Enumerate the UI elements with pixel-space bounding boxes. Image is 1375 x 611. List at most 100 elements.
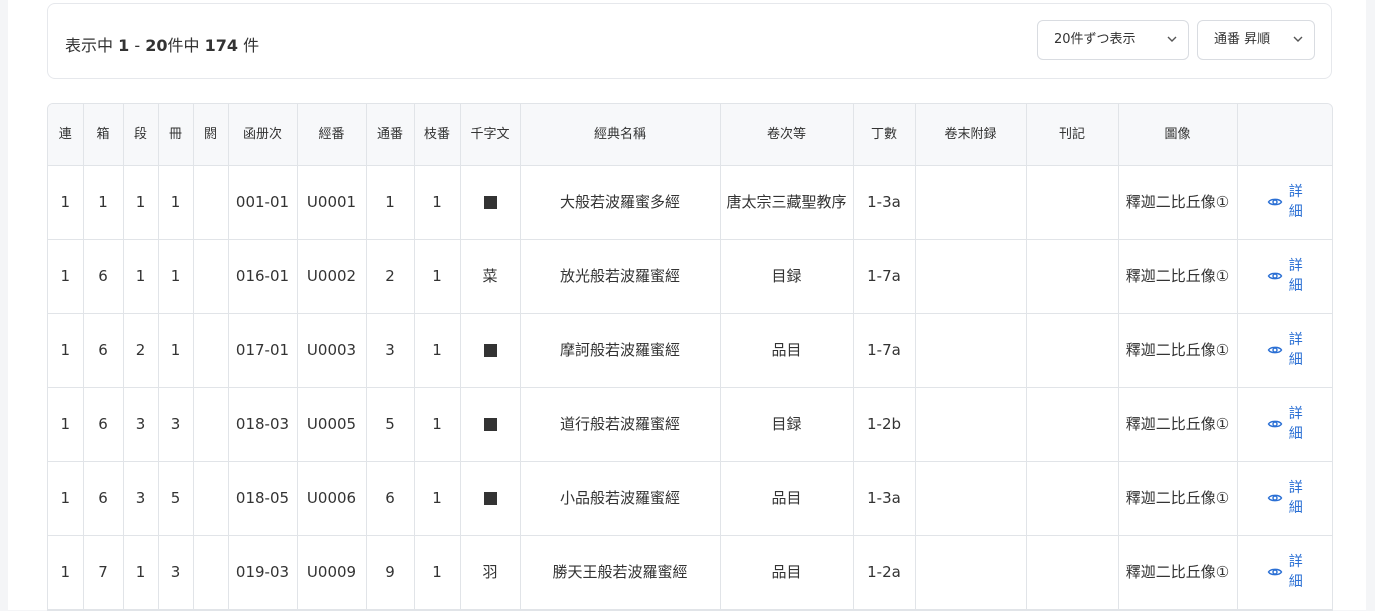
cell-tsuban: 6	[366, 461, 415, 536]
cell-kanki	[1026, 239, 1119, 314]
cell-detail: 詳細	[1237, 461, 1332, 536]
sort-select[interactable]: 通番 昇順	[1197, 20, 1315, 60]
cell-hako: 6	[83, 313, 124, 388]
cell-ren: 1	[48, 165, 84, 240]
cell-kanki	[1026, 387, 1119, 462]
column-header: 刊記	[1026, 104, 1119, 166]
count-mid: 件中	[167, 36, 200, 55]
cell-dan: 3	[123, 461, 159, 536]
cell-senjimon	[460, 461, 521, 536]
column-header: 函册次	[228, 104, 298, 166]
cell-kanji: 品目	[720, 461, 854, 536]
eye-icon	[1267, 346, 1283, 354]
column-header: 經番	[297, 104, 367, 166]
cell-dan: 1	[123, 535, 159, 610]
count-total: 174	[204, 36, 238, 55]
results-table: 連箱段冊閼函册次 經番 通番 枝番 千字文 經典名稱 卷次等 丁數 卷末附録 刊記 圖像 11110…	[48, 104, 1332, 610]
count-from: 1	[118, 36, 130, 55]
cell-zuzo: 釋迦二比丘像①	[1118, 313, 1238, 388]
cell-detail: 詳細	[1237, 165, 1332, 240]
per-page-select[interactable]: 20件ずつ表示	[1037, 20, 1189, 60]
column-header: 連	[48, 104, 84, 166]
cell-kanmatsu	[915, 535, 1027, 610]
detail-link[interactable]: 詳細	[1267, 330, 1303, 370]
cell-hako: 1	[83, 165, 124, 240]
column-header: 千字文	[460, 104, 521, 166]
cell-tsuban: 3	[366, 313, 415, 388]
cell-dan: 1	[123, 165, 159, 240]
cell-etsu	[193, 239, 229, 314]
cell-title: 放光般若波羅蜜經	[520, 239, 721, 314]
cell-zuzo: 釋迦二比丘像①	[1118, 387, 1238, 462]
cell-detail: 詳細	[1237, 313, 1332, 388]
eye-icon	[1267, 272, 1283, 280]
cell-edaban: 1	[414, 461, 461, 536]
detail-link[interactable]: 詳細	[1267, 256, 1303, 296]
column-header: 經典名稱	[520, 104, 721, 166]
cell-chosu: 1-7a	[853, 313, 916, 388]
filled-square-icon	[483, 418, 497, 431]
cell-senjimon	[460, 387, 521, 462]
cell-satsu: 1	[158, 239, 194, 314]
column-header: 丁數	[853, 104, 916, 166]
detail-link[interactable]: 詳細	[1267, 552, 1303, 592]
page: 表示中 1 - 20件中 174 件 20件ずつ表示 通番 昇順 連 箱 段 冊…	[8, 0, 1366, 611]
cell-ren: 1	[48, 535, 84, 610]
cell-kanmatsu	[915, 239, 1027, 314]
cell-etsu	[193, 313, 229, 388]
table-row: 1 6 3 5 018-05 U0006 6 1 小品般若波羅蜜經 品目 1-3a 釋迦二比丘像① 詳細	[48, 461, 1332, 536]
cell-kanki	[1026, 461, 1119, 536]
cell-senjimon: 羽	[460, 535, 521, 610]
results-table-container: 連箱段冊閼函册次 經番 通番 枝番 千字文 經典名稱 卷次等 丁數 卷末附録 刊記 圖像 11110…	[47, 103, 1333, 611]
cell-tsuban: 1	[366, 165, 415, 240]
detail-link[interactable]: 詳細	[1267, 478, 1303, 518]
filled-square-icon	[483, 196, 497, 209]
column-header: 閼	[193, 104, 229, 166]
cell-tsuban: 9	[366, 535, 415, 610]
cell-etsu	[193, 165, 229, 240]
cell-kyoban: U0005	[297, 387, 367, 462]
detail-link[interactable]: 詳細	[1267, 182, 1303, 222]
cell-zuzo: 釋迦二比丘像①	[1118, 239, 1238, 314]
cell-chosu: 1-2a	[853, 535, 916, 610]
cell-hako: 6	[83, 239, 124, 314]
count-separator: -	[134, 36, 141, 55]
cell-satsu: 1	[158, 313, 194, 388]
table-header-row: 連箱段冊閼函册次 經番 通番 枝番 千字文 經典名稱 卷次等 丁數 卷末附録 刊記 圖像	[48, 104, 1332, 166]
cell-kanmatsu	[915, 165, 1027, 240]
cell-zuzo: 釋迦二比丘像①	[1118, 165, 1238, 240]
column-header: 圖像	[1118, 104, 1238, 166]
cell-kansatsu: 017-01	[228, 313, 298, 388]
cell-edaban: 1	[414, 239, 461, 314]
cell-title: 道行般若波羅蜜經	[520, 387, 721, 462]
cell-satsu: 3	[158, 387, 194, 462]
cell-etsu	[193, 387, 229, 462]
count-prefix: 表示中	[65, 36, 114, 55]
eye-icon	[1267, 198, 1283, 206]
column-header: 冊	[158, 104, 194, 166]
cell-kanmatsu	[915, 313, 1027, 388]
cell-satsu: 1	[158, 165, 194, 240]
table-row: 1 7 1 3 019-03 U0009 9 1 羽勝天王般若波羅蜜經 品目 1-2a 釋迦二比丘像①…	[48, 535, 1332, 610]
cell-dan: 3	[123, 387, 159, 462]
cell-kanmatsu	[915, 387, 1027, 462]
table-row: 1 1 1 1 001-01 U0001 1 1 大般若波羅蜜多經 唐太宗三藏聖教序 1-3a 釋迦二…	[48, 165, 1332, 240]
sort-value: 通番 昇順	[1214, 32, 1271, 47]
per-page-value: 20件ずつ表示	[1054, 32, 1136, 47]
cell-detail: 詳細	[1237, 535, 1332, 610]
cell-edaban: 1	[414, 165, 461, 240]
cell-kyoban: U0006	[297, 461, 367, 536]
detail-label: 詳細	[1288, 406, 1303, 442]
cell-kanki	[1026, 535, 1119, 610]
cell-kyoban: U0002	[297, 239, 367, 314]
cell-kanji: 目録	[720, 387, 854, 462]
column-header: 卷末附録	[915, 104, 1027, 166]
cell-kanji: 品目	[720, 535, 854, 610]
table-row: 1 6 2 1 017-01 U0003 3 1 摩訶般若波羅蜜經 品目 1-7a 釋迦二比丘像① 詳細	[48, 313, 1332, 388]
cell-dan: 1	[123, 239, 159, 314]
cell-kansatsu: 018-05	[228, 461, 298, 536]
cell-kanmatsu	[915, 461, 1027, 536]
detail-link[interactable]: 詳細	[1267, 404, 1303, 444]
cell-kansatsu: 019-03	[228, 535, 298, 610]
cell-ren: 1	[48, 239, 84, 314]
